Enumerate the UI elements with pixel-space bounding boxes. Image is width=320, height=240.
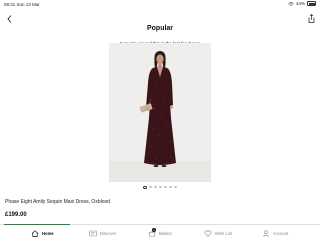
status-time: 08:31 bbox=[4, 2, 16, 7]
status-time-date: 08:31 Sun 13 Mar bbox=[4, 2, 40, 7]
basket-icon: 1 bbox=[148, 228, 156, 237]
share-icon bbox=[308, 13, 314, 23]
basket-count-badge: 1 bbox=[152, 228, 156, 232]
status-date: Sun 13 Mar bbox=[16, 2, 40, 7]
gallery-dot[interactable] bbox=[159, 186, 162, 189]
wifi-icon bbox=[288, 1, 294, 6]
battery-percent: 44% bbox=[295, 1, 305, 6]
home-icon bbox=[31, 230, 39, 237]
person-icon bbox=[262, 230, 270, 237]
tab-basket-label: Basket bbox=[159, 231, 172, 236]
chevron-left-icon bbox=[6, 15, 11, 23]
status-bar: 08:31 Sun 13 Mar 44% bbox=[0, 0, 320, 10]
tab-home[interactable]: Home bbox=[31, 229, 54, 238]
product-image[interactable] bbox=[109, 43, 211, 182]
tab-home-label: Home bbox=[42, 231, 54, 236]
tab-account-label: Account bbox=[273, 231, 289, 236]
product-price: £199.00 bbox=[5, 212, 27, 218]
gallery-pagination bbox=[0, 185, 320, 189]
heart-icon bbox=[204, 230, 212, 237]
tab-basket[interactable]: 1 Basket bbox=[148, 228, 172, 238]
battery-icon bbox=[307, 1, 316, 6]
page-title: Popular bbox=[146, 25, 174, 32]
model-dress-photo bbox=[109, 43, 211, 182]
active-tab-indicator bbox=[4, 224, 70, 226]
tab-discover-label: Discover bbox=[100, 231, 117, 236]
product-name: Phase Eight Amily Sequin Maxi Dress, Oxb… bbox=[5, 199, 111, 205]
gallery-dot[interactable] bbox=[143, 185, 147, 189]
share-button[interactable] bbox=[306, 12, 316, 24]
discover-icon bbox=[89, 230, 97, 237]
nav-header: Popular 5 people viewed this in the last… bbox=[0, 11, 320, 46]
gallery-dot[interactable] bbox=[149, 186, 152, 189]
tab-wish-list[interactable]: Wish List bbox=[204, 229, 232, 238]
tab-account[interactable]: Account bbox=[262, 229, 288, 238]
gallery-dot[interactable] bbox=[164, 186, 167, 189]
gallery-dot[interactable] bbox=[169, 186, 172, 189]
tab-wish-list-label: Wish List bbox=[215, 231, 232, 236]
status-right: 44% bbox=[288, 1, 316, 6]
gallery-dot[interactable] bbox=[174, 186, 177, 189]
tab-bar: Home Discover 1 Basket Wish List Account bbox=[0, 224, 320, 240]
gallery-dot[interactable] bbox=[154, 186, 157, 189]
back-button[interactable] bbox=[5, 14, 13, 24]
tab-discover[interactable]: Discover bbox=[89, 229, 116, 238]
